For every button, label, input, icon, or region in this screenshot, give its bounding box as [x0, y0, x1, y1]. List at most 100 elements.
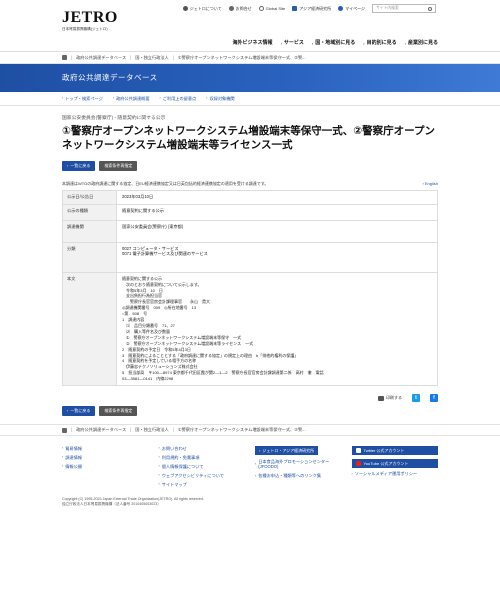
subnav-top[interactable]: › トップ・検索ページ — [62, 96, 103, 101]
twitter-account-link[interactable]: Twitter 公式アカウント — [351, 446, 438, 456]
back-to-list-button[interactable]: ‹ 一覧に戻る — [62, 406, 96, 417]
search-icon[interactable] — [428, 6, 432, 11]
utility-nav: ジェトロについて お問合せ Global Site アジア経済研究所 マイページ… — [182, 4, 436, 13]
breadcrumb-current: ①警察庁オープンネットワークシステム増設端末等保守一式、②警... — [177, 427, 306, 433]
subnav-overview[interactable]: › 政府公共調達概要 — [113, 96, 150, 101]
footer-link[interactable]: › サイトマップ — [159, 482, 246, 487]
gnav-by-country[interactable]: › 国・地域別に見る — [312, 40, 355, 47]
breadcrumb-current: ①警察庁オープンネットワークシステム増設端末等保守一式、②警... — [177, 54, 306, 60]
footer-link[interactable]: › 貿易情報 — [62, 446, 149, 451]
chevron-right-icon: › — [112, 96, 115, 101]
action-buttons: ‹ 一覧に戻る 検索条件再指定 — [62, 160, 438, 171]
row-value: 随意契約に関する公示 次のとおり随意契約について公示します。 令和5年3月 10… — [116, 271, 438, 387]
respecify-search-button[interactable]: 検索条件再指定 — [99, 406, 138, 417]
table-row: 公示日/公告日 2023年03月10日 — [62, 189, 438, 205]
chevron-right-icon: › — [158, 482, 160, 487]
footer-col-3: › ジェトロ・アジア経済研究所 › 日本食品海外プロモーションセンター(JFOODO… — [255, 446, 342, 491]
banner-title: 政府公共調達データベース — [62, 73, 158, 83]
gnav-overseas-business[interactable]: 海外ビジネス情報 — [233, 40, 273, 47]
gnav-by-industry[interactable]: › 産業別に見る — [405, 40, 438, 47]
wto-notice: 本調達はWTOの政府調達に関する協定、日EU経済連携協定又は日英包括的経済連携協… — [62, 180, 269, 186]
chevron-right-icon: › — [62, 464, 64, 469]
breadcrumb-item[interactable]: 国・独立行政法人 — [135, 427, 169, 432]
twitter-share-icon[interactable]: t — [412, 394, 420, 403]
footer-col-4: Twitter 公式アカウント YouTube 公式アカウント › ソーシャルメデ… — [351, 446, 439, 491]
notice-detail-table: 公示日/公告日 2023年03月10日 公示の種類 随意契約に関する公示 調達機… — [62, 189, 438, 387]
breadcrumb-item[interactable]: 政府公共調達データベース — [76, 55, 126, 60]
main-content: 国家公安委員会(警察庁) - 随意契約に関する公示 ①警察庁オープンネットワーク… — [0, 106, 500, 417]
footer-link[interactable]: › 情報公開 — [62, 464, 149, 469]
chevron-right-icon: › — [363, 40, 365, 46]
chevron-right-icon: › — [62, 96, 64, 101]
user-icon — [338, 6, 344, 11]
chevron-right-icon: › — [206, 96, 208, 101]
footer-link[interactable]: › ソーシャルメディア運用ポリシー — [352, 471, 439, 476]
footer-link[interactable]: › 個人情報保護について — [159, 464, 246, 469]
twitter-icon — [355, 448, 361, 454]
ide-jetro-link[interactable]: › ジェトロ・アジア経済研究所 — [255, 446, 319, 456]
footer-link[interactable]: › 日本食品海外プロモーションセンター(JFOODO) — [255, 459, 342, 470]
row-value: 国家公安委員会(警察庁) (東京都) — [116, 219, 438, 243]
facebook-share-icon[interactable]: f — [430, 394, 438, 403]
chevron-right-icon: › — [422, 180, 424, 186]
row-label: 公示日/公告日 — [62, 189, 117, 205]
breadcrumb-bottom: | 政府公共調達データベース | 国・独立行政法人 | ①警察庁オープンネットワ… — [0, 424, 500, 437]
row-label: 分類 — [62, 241, 117, 273]
chevron-right-icon: › — [311, 40, 314, 46]
util-link-about[interactable]: ジェトロについて — [182, 6, 222, 11]
chevron-left-icon: ‹ — [67, 408, 69, 414]
mypage-button[interactable]: マイページ — [338, 6, 365, 11]
table-row: 本文 随意契約に関する公示 次のとおり随意契約について公示します。 令和5年3月… — [62, 271, 438, 387]
table-row: 分類 0027 コンピュータ・サービス 0071 電子計算機サービス及び関連のサ… — [62, 241, 438, 273]
question-icon — [228, 6, 234, 11]
breadcrumb-item[interactable]: 国・独立行政法人 — [135, 55, 169, 60]
footer-link[interactable]: › 利用規約・免責事項 — [159, 455, 246, 460]
table-row: 公示の種類 随意契約に関する公示 — [62, 203, 438, 221]
site-search-input[interactable]: サイト内検索 — [372, 4, 436, 13]
chevron-right-icon: › — [255, 461, 257, 466]
youtube-icon — [355, 460, 361, 466]
row-value: 2023年03月10日 — [116, 189, 438, 205]
share-bar: 印刷する t f — [62, 394, 438, 403]
subnav-notes[interactable]: › ご利用上の留意点 — [160, 96, 197, 101]
youtube-account-link[interactable]: YouTube 公式アカウント — [351, 458, 438, 468]
breadcrumb-item[interactable]: 政府公共調達データベース — [76, 427, 126, 432]
breadcrumb: | 政府公共調達データベース | 国・独立行政法人 | ①警察庁オープンネットワ… — [0, 52, 500, 64]
row-value: 随意契約に関する公示 — [116, 203, 438, 221]
footer-link[interactable]: › 調達情報 — [62, 455, 149, 460]
back-to-list-button[interactable]: ‹ 一覧に戻る — [62, 160, 96, 171]
util-link-global[interactable]: Global Site — [258, 6, 285, 11]
chevron-right-icon: › — [158, 446, 160, 451]
jetro-logo[interactable]: JETRO 日本貿易振興機構(ジェトロ) — [62, 10, 118, 32]
footer-link[interactable]: › お問い合わせ — [159, 446, 246, 451]
home-icon[interactable] — [62, 427, 67, 433]
sub-nav: › トップ・検索ページ › 政府公共調達概要 › ご利用上の留意点 › 収録対象機関 — [0, 92, 500, 106]
footer-link[interactable]: › 各種お申込・種類等へのリンク集 — [255, 473, 342, 478]
page-kicker: 国家公安委員会(警察庁) - 随意契約に関する公示 — [62, 116, 166, 121]
util-link-ide[interactable]: アジア経済研究所 — [292, 6, 331, 11]
library-icon — [292, 6, 298, 11]
gnav-by-purpose[interactable]: › 目的別に見る — [363, 40, 396, 47]
respecify-search-button[interactable]: 検索条件再指定 — [99, 160, 138, 171]
page-title: ①警察庁オープンネットワークシステム増設端末等保守一式、②警察庁オープンネットワ… — [62, 125, 435, 152]
util-link-contact[interactable]: お問合せ — [228, 6, 252, 11]
chevron-right-icon: › — [280, 40, 282, 46]
footer-col-1: › 貿易情報 › 調達情報 › 情報公開 — [62, 446, 149, 491]
chevron-left-icon: ‹ — [67, 162, 69, 168]
footer-col-2: › お問い合わせ › 利用規約・免責事項 › 個人情報保護について › ウェブアクセシビ… — [159, 446, 246, 491]
print-button[interactable]: 印刷する — [378, 395, 402, 401]
notice-row: 本調達はWTOの政府調達に関する協定、日EU経済連携協定又は日英包括的経済連携協… — [62, 181, 438, 186]
row-value: 0027 コンピュータ・サービス 0071 電子計算機サービス及び関連のサービス — [116, 241, 438, 273]
site-footer: › 貿易情報 › 調達情報 › 情報公開 › お問い合わせ › 利用規約・免責事項 › 個人… — [0, 436, 500, 491]
chevron-right-icon: › — [158, 473, 160, 478]
chevron-right-icon: › — [158, 464, 160, 469]
info-icon — [182, 6, 188, 11]
copyright: Copyright (C) 1995-2023 Japan External T… — [0, 491, 500, 507]
gnav-services[interactable]: › サービス — [281, 40, 304, 47]
subnav-agencies[interactable]: › 収録対象機関 — [206, 96, 234, 101]
site-header: JETRO 日本貿易振興機構(ジェトロ) ジェトロについて お問合せ Globa… — [0, 0, 500, 52]
chevron-right-icon: › — [404, 40, 406, 46]
footer-link[interactable]: › ウェブアクセシビリティについて — [159, 473, 246, 478]
home-icon[interactable] — [62, 55, 67, 60]
english-link[interactable]: › English — [423, 181, 438, 186]
